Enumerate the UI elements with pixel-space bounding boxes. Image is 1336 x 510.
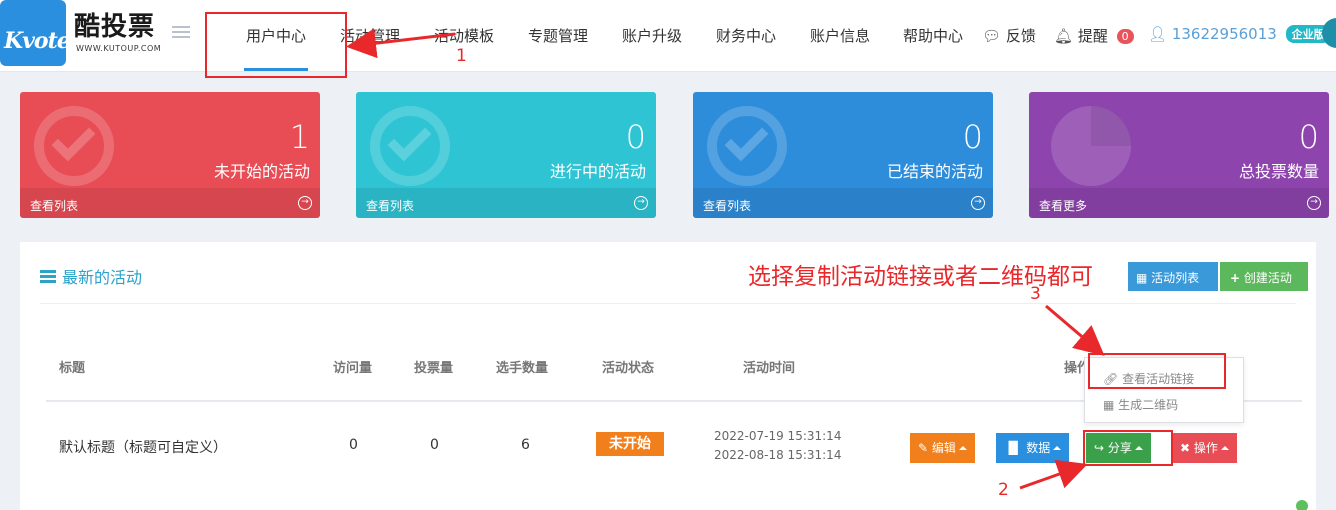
arrow-to-share-menu <box>1045 304 1105 356</box>
annotation-arrows <box>346 28 1105 490</box>
online-status-dot <box>1296 500 1308 510</box>
arrow-to-user-center <box>346 28 456 59</box>
arrow-to-share-button <box>1019 459 1088 490</box>
